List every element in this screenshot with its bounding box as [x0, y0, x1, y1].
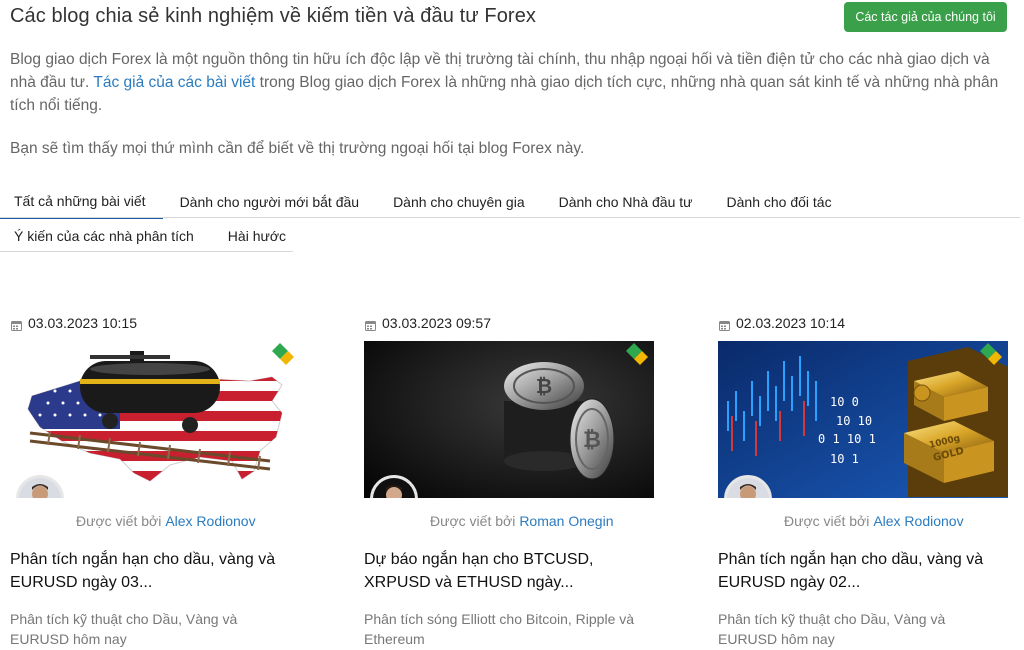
- author-link[interactable]: Alex Rodionov: [165, 513, 255, 529]
- calendar-icon: [11, 318, 22, 331]
- post-image-gold[interactable]: 10 0 10 10 0 1 10 1 10 1 1000g GOLD: [718, 341, 1008, 498]
- tabs-divider-1: [0, 217, 1020, 218]
- svg-text:₿: ₿: [583, 428, 601, 453]
- post-description: Phân tích kỹ thuật cho Dầu, Vàng và EURU…: [10, 611, 238, 647]
- tab-partners[interactable]: Dành cho đối tác: [710, 185, 849, 219]
- tab-experts[interactable]: Dành cho chuyên gia: [376, 185, 542, 219]
- tab-beginners[interactable]: Dành cho người mới bắt đầu: [163, 185, 377, 219]
- category-tabs-row-1: Tất cả những bài viết Dành cho người mới…: [0, 185, 849, 219]
- post-title[interactable]: Phân tích ngắn hạn cho dầu, vàng và EURU…: [10, 548, 300, 594]
- post-card[interactable]: 03.03.2023 09:57 ₿ ₿ Được viết bởi Roman…: [364, 314, 654, 649]
- binary-text: 10 0: [830, 395, 859, 409]
- post-byline: Được viết bởi Alex Rodionov: [76, 513, 300, 531]
- tab-investors[interactable]: Dành cho Nhà đầu tư: [542, 185, 710, 219]
- post-date: 03.03.2023 09:57: [365, 314, 654, 332]
- post-description: Phân tích sóng Elliott cho Bitcoin, Ripp…: [364, 611, 635, 647]
- tabs-divider-2: [0, 251, 293, 252]
- post-image-bitcoin[interactable]: ₿ ₿: [364, 341, 654, 498]
- category-tabs-row-2: Ý kiến của các nhà phân tích Hài hước: [0, 219, 303, 253]
- post-date: 02.03.2023 10:14: [719, 314, 1008, 332]
- byline-prefix: Được viết bởi: [784, 513, 870, 529]
- post-date: 03.03.2023 10:15: [11, 314, 300, 332]
- post-image-oil-tank[interactable]: [10, 341, 300, 498]
- post-date-text: 03.03.2023 10:15: [28, 315, 137, 331]
- tab-analyst-opinions[interactable]: Ý kiến của các nhà phân tích: [0, 219, 211, 253]
- calendar-icon: [719, 318, 730, 331]
- intro-paragraph-2: Bạn sẽ tìm thấy mọi thứ mình cần để biết…: [10, 140, 585, 157]
- post-date-text: 02.03.2023 10:14: [736, 315, 845, 331]
- post-description: Phân tích kỹ thuật cho Dầu, Vàng và EURU…: [718, 611, 946, 647]
- post-card[interactable]: 02.03.2023 10:14 10 0 10 10 0 1 10 1 10 …: [718, 314, 1008, 649]
- author-link[interactable]: Roman Onegin: [519, 513, 613, 529]
- post-byline: Được viết bởi Roman Onegin: [430, 513, 654, 531]
- post-title[interactable]: Dự báo ngắn hạn cho BTCUSD, XRPUSD và ET…: [364, 548, 654, 594]
- tab-humor[interactable]: Hài hước: [211, 219, 303, 253]
- byline-prefix: Được viết bởi: [76, 513, 162, 529]
- byline-prefix: Được viết bởi: [430, 513, 516, 529]
- post-date-text: 03.03.2023 09:57: [382, 315, 491, 331]
- binary-text: 10 10: [836, 414, 872, 428]
- tab-all-posts[interactable]: Tất cả những bài viết: [0, 185, 163, 219]
- binary-text: 0 1 10 1: [818, 432, 876, 446]
- calendar-icon: [365, 318, 376, 331]
- binary-text: 10 1: [830, 452, 859, 466]
- post-card[interactable]: 03.03.2023 10:15 Được viết bởi Alex Rodi…: [10, 314, 300, 649]
- our-authors-button[interactable]: Các tác giả của chúng tôi: [844, 2, 1007, 32]
- authors-link[interactable]: Tác giả của các bài viết: [93, 74, 255, 91]
- intro-paragraph: Blog giao dịch Forex là một nguồn thông …: [10, 48, 1010, 117]
- svg-text:₿: ₿: [536, 374, 552, 398]
- post-byline: Được viết bởi Alex Rodionov: [784, 513, 1008, 531]
- page-title: Các blog chia sẻ kinh nghiệm về kiếm tiề…: [10, 5, 537, 27]
- author-link[interactable]: Alex Rodionov: [873, 513, 963, 529]
- post-title[interactable]: Phân tích ngắn hạn cho dầu, vàng và EURU…: [718, 548, 1008, 594]
